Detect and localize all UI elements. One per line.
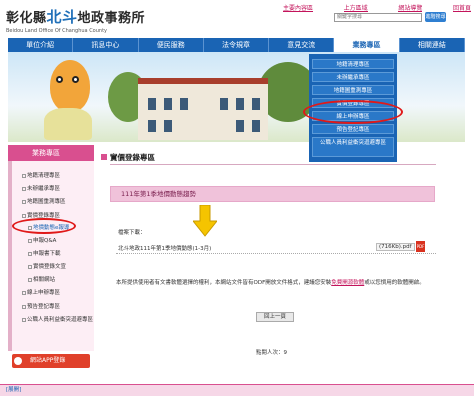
- title-marker-icon: [101, 154, 107, 160]
- nav-item-about[interactable]: 單位介紹: [8, 38, 74, 52]
- view-counter: 點閱人次：9: [256, 350, 287, 356]
- sidebar-item-resurvey[interactable]: 地籍圖重測專區: [22, 197, 66, 205]
- logo-prefix: 彰化縣: [6, 11, 47, 26]
- nav-item-regulations[interactable]: 法令規章: [204, 38, 270, 52]
- footer-expand[interactable]: [展開]: [0, 384, 474, 396]
- main-nav: 單位介紹 訊息中心 便民服務 法令規章 意見交流 業務專區 相關連結: [8, 38, 465, 52]
- sidebar-item-inheritance[interactable]: 未辦繼承專區: [22, 184, 60, 192]
- arrow-down-icon: [193, 205, 217, 237]
- nav-item-news[interactable]: 訊息中心: [73, 38, 139, 52]
- top-link-home[interactable]: 回首頁: [452, 3, 471, 12]
- notice-text: 本所提供使用者有文書軟體選擇的權利，本網站文件皆有ODF開放文件格式，建議您安裝: [116, 280, 332, 286]
- dropdown-item-conflict[interactable]: 公職人員利益衝突迴避專區: [312, 137, 394, 157]
- logo-suffix: 地政事務所: [77, 11, 146, 26]
- notice-text-end: 或以您慣用的軟體開啟。: [364, 280, 425, 286]
- open-source-link[interactable]: 免費開源軟體: [331, 280, 364, 286]
- download-label: 檔案下載：: [118, 230, 146, 236]
- sidebar-item-conflict[interactable]: 公職人員利益衝突迴避專區: [22, 316, 94, 324]
- sidebar-item-forms[interactable]: 申報書下載: [28, 249, 61, 257]
- nav-item-feedback[interactable]: 意見交流: [269, 38, 335, 52]
- pdf-icon[interactable]: PDF: [416, 241, 425, 252]
- top-link-main-content[interactable]: 主要內容區: [283, 3, 314, 12]
- top-link-upper-area[interactable]: 上方區域: [343, 3, 368, 12]
- nav-item-business[interactable]: 業務專區: [334, 38, 400, 52]
- file-link[interactable]: 北斗地政111年第1季地價動態(1-3月): [118, 244, 211, 252]
- dropdown-item-inheritance[interactable]: 未辦繼承專區: [312, 72, 394, 82]
- sidebar-item-related-sites[interactable]: 相關網站: [28, 275, 55, 283]
- building-shape: [138, 78, 268, 140]
- nav-item-services[interactable]: 便民服務: [139, 38, 204, 52]
- sidebar-item-brochure[interactable]: 實價登錄文宣: [28, 262, 66, 270]
- top-link-sitemap[interactable]: 網站導覽: [398, 3, 423, 12]
- sidebar-item-notice[interactable]: 預告登記專區: [22, 302, 60, 310]
- app-icon: [14, 357, 22, 365]
- logo-english: Beidou Land Office Of Changhua County: [6, 28, 108, 34]
- sidebar-item-qa[interactable]: 申報Q&A: [28, 236, 56, 244]
- mascot: [50, 60, 90, 112]
- logo-title: 彰化縣北斗地政事務所: [6, 6, 146, 27]
- document-title: 111年第1季地價動態趨勢: [110, 186, 435, 202]
- file-size: (716Kb).pdf: [376, 243, 415, 251]
- page-title: 實價登錄專區: [110, 153, 155, 162]
- top-links: 主要內容區 上方區域 網站導覽 回首頁: [283, 3, 471, 12]
- odf-notice: 本所提供使用者有文書軟體選擇的權利，本網站文件皆有ODF開放文件格式，建議您安裝…: [116, 278, 438, 288]
- highlight-oval: [12, 218, 76, 234]
- title-divider: [110, 164, 436, 165]
- dropdown-item-notice[interactable]: 預告登記專區: [312, 124, 394, 134]
- mascot-body: [44, 108, 92, 140]
- dropdown-item-land-cleanup[interactable]: 地籍清理專區: [312, 59, 394, 69]
- advanced-search-button[interactable]: 進階搜尋: [425, 12, 446, 22]
- app-login-button[interactable]: 網站APP登錄: [12, 354, 90, 368]
- search-input[interactable]: 關鍵字搜尋: [334, 13, 422, 22]
- sidebar: 地籍清理專區 未辦繼承專區 地籍圖重測專區 實價登錄專區 地價動態e報導 申報Q…: [8, 161, 94, 351]
- sidebar-title: 業務專區: [8, 145, 94, 161]
- dropdown-item-resurvey[interactable]: 地籍圖重測專區: [312, 85, 394, 95]
- highlight-oval: [303, 100, 403, 124]
- sidebar-item-online-apply[interactable]: 線上申辦專區: [22, 288, 60, 296]
- nav-item-links[interactable]: 相關連結: [400, 38, 465, 52]
- site-logo[interactable]: 彰化縣北斗地政事務所 Beidou Land Office Of Changhu…: [6, 6, 146, 34]
- back-button[interactable]: 回上一頁: [256, 312, 294, 322]
- logo-big: 北斗: [46, 8, 78, 26]
- sidebar-item-land-cleanup[interactable]: 地籍清理專區: [22, 171, 60, 179]
